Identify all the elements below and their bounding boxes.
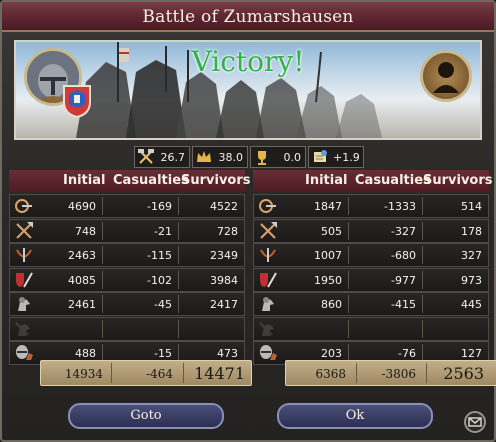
stat-value: +1.9 [333,150,360,164]
horse-archer-icon [15,321,30,336]
stat-piety[interactable]: 0.0 [250,146,306,168]
envelope-icon [468,417,482,427]
table-row[interactable]: 1847 -1333 514 [253,194,489,218]
table-row[interactable]: 860 -415 445 [253,292,489,316]
defender-totals: 6368 -3806 2563 [285,360,496,386]
heavy-cavalry-icon [16,345,33,360]
message-settings-button[interactable] [464,411,486,433]
pikeman-icon [16,221,33,239]
total-casualties: -3806 [381,367,416,381]
archer-icon [259,199,276,213]
table-row[interactable]: 1007 -680 327 [253,243,489,267]
victory-label: Victory! [191,45,305,78]
total-survivors: 2563 [443,364,484,383]
stat-war-score[interactable]: +1.9 [308,146,364,168]
attacker-table-header: Initial Casualties Survivors [9,170,251,192]
table-row[interactable]: 1950 -977 973 [253,267,489,292]
defender-table-header: Initial Casualties Survivors [253,170,493,192]
col-initial: Initial [305,173,348,188]
goto-button[interactable]: Goto [68,403,224,429]
coat-of-arms-icon[interactable] [62,84,92,118]
battle-result-window: Battle of Zumarshausen Victory! 26.7 38.… [0,0,496,442]
ok-button[interactable]: Ok [277,403,433,429]
archer-icon [15,199,32,213]
total-initial: 6368 [315,367,346,381]
total-initial: 14934 [64,367,103,381]
enemy-commander-portrait[interactable] [420,50,472,102]
col-casualties: Casualties [113,173,189,188]
table-row[interactable] [253,316,489,341]
unknown-person-icon [433,62,459,93]
crossbow-icon [16,248,32,262]
col-initial: Initial [63,173,106,188]
crossbow-icon [260,248,276,262]
crown-icon [197,151,211,162]
stat-value: 38.0 [218,150,244,164]
table-row[interactable]: 4690 -169 4522 [9,194,245,218]
total-casualties: -464 [146,367,173,381]
attacker-table: Initial Casualties Survivors 4690 -169 4… [9,170,251,366]
table-row[interactable] [9,316,245,341]
swordsman-icon [16,272,33,287]
trophy-icon [258,151,266,165]
table-row[interactable]: 505 -327 178 [253,218,489,243]
horse-archer-icon [259,321,274,336]
stat-value: 0.0 [283,150,302,164]
col-survivors: Survivors [423,173,493,188]
pikeman-icon [260,221,277,239]
table-row[interactable]: 2463 -115 2349 [9,243,245,267]
defender-table: Initial Casualties Survivors 1847 -1333 … [253,170,493,366]
window-title: Battle of Zumarshausen [2,2,494,32]
attacker-totals: 14934 -464 14471 [40,360,252,386]
light-cavalry-icon [18,297,30,311]
swordsman-icon [260,272,277,287]
heavy-cavalry-icon [260,345,277,360]
col-survivors: Survivors [181,173,251,188]
table-row[interactable]: 2461 -45 2417 [9,292,245,316]
scroll-icon [314,150,327,162]
battle-banner: Victory! [14,40,482,140]
col-casualties: Casualties [355,173,431,188]
total-survivors: 14471 [194,364,245,383]
light-cavalry-icon [262,297,274,311]
table-row[interactable]: 748 -21 728 [9,218,245,243]
battle-stats-bar: 26.7 38.0 0.0 +1.9 [134,146,364,168]
stat-military[interactable]: 26.7 [134,146,190,168]
stat-prestige[interactable]: 38.0 [192,146,248,168]
stat-value: 26.7 [160,150,186,164]
table-row[interactable]: 4085 -102 3984 [9,267,245,292]
crossed-hammers-icon [138,149,154,164]
